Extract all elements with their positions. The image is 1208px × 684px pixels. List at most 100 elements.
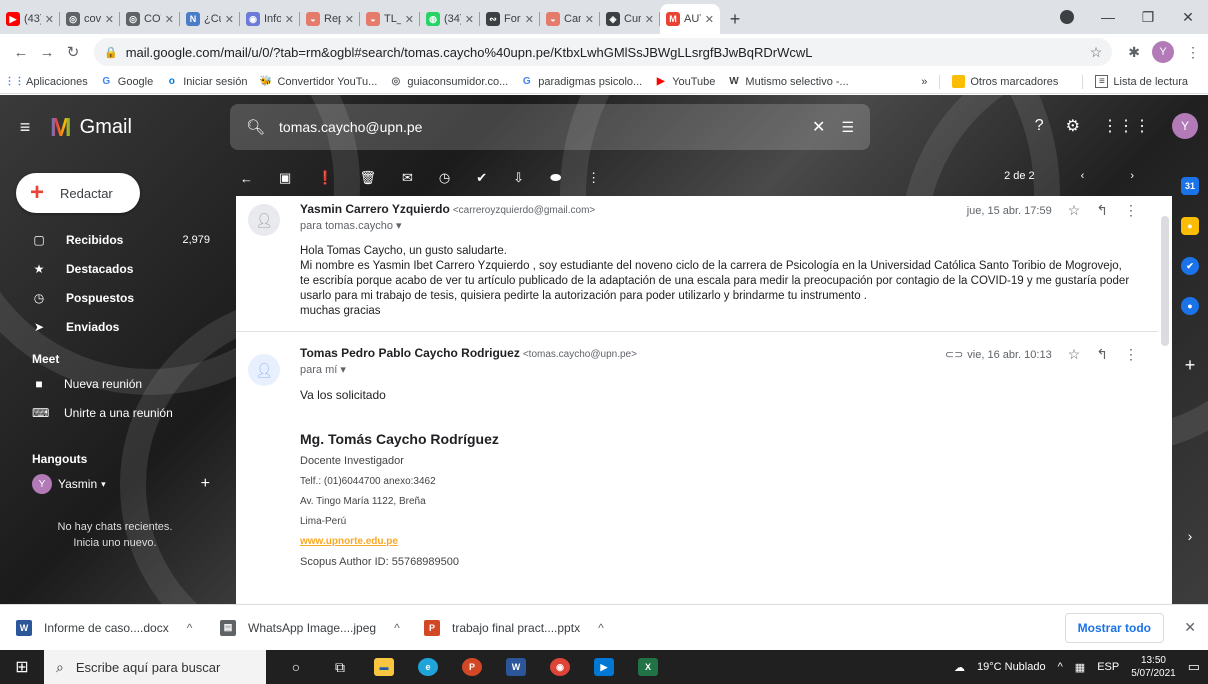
new-tab-button[interactable]: + — [720, 4, 750, 34]
close-tab-icon[interactable]: ✕ — [165, 13, 174, 26]
signature-web-link[interactable]: www.upnorte.edu.pe — [300, 536, 1142, 547]
recipient-line[interactable]: para tomas.caycho ▾ — [300, 219, 1142, 232]
download-item[interactable]: ▤ WhatsApp Image....jpeg ^ — [220, 619, 424, 636]
word-icon[interactable]: W — [494, 650, 538, 684]
older-icon[interactable]: › — [1130, 170, 1134, 182]
calendar-icon[interactable]: 31 — [1181, 177, 1199, 195]
hangouts-user[interactable]: Y Yasmin ▾ + — [0, 469, 230, 499]
chevron-up-icon[interactable]: ^ — [394, 621, 400, 635]
report-spam-icon[interactable]: ❗ — [317, 170, 333, 186]
bookmark-item[interactable]: W Mutismo selectivo -... — [727, 75, 849, 88]
more-icon[interactable]: ⋮ — [1124, 346, 1138, 363]
bookmarks-overflow-icon[interactable]: » — [921, 76, 927, 88]
bookmark-item[interactable]: ▶ YouTube — [654, 75, 716, 88]
recipient-line[interactable]: para mí ▾ — [300, 363, 1142, 376]
tray-overflow-icon[interactable]: ^ — [1058, 661, 1063, 673]
browser-tab[interactable]: ∾ Form ✕ — [480, 4, 540, 34]
delete-icon[interactable]: 🗑︎ — [359, 170, 376, 186]
browser-tab[interactable]: ◉ Infor ✕ — [240, 4, 300, 34]
store-icon[interactable]: ▶ — [582, 650, 626, 684]
chevron-up-icon[interactable]: ^ — [598, 621, 604, 635]
profile-indicator-icon[interactable] — [1060, 10, 1074, 24]
browser-tab[interactable]: ◈ Curs ✕ — [600, 4, 660, 34]
sender-name[interactable]: Tomas Pedro Pablo Caycho Rodriguez — [300, 346, 520, 360]
download-item[interactable]: Ptrabajo final pract....pptx ^ — [424, 619, 628, 636]
sender-name[interactable]: Yasmin Carrero Yzquierdo — [300, 202, 450, 216]
chevron-up-icon[interactable]: ^ — [187, 621, 193, 635]
bookmark-item[interactable]: o Iniciar sesión — [165, 75, 248, 88]
browser-tab[interactable]: N ¿Cuá ✕ — [180, 4, 240, 34]
close-tab-icon[interactable]: ✕ — [705, 13, 714, 26]
restore-icon[interactable]: ❐ — [1128, 9, 1168, 26]
expand-panel-icon[interactable]: › — [1188, 528, 1193, 544]
chevron-down-icon[interactable]: ▾ — [101, 479, 106, 490]
apps-grid-icon[interactable]: ⋮⋮⋮ — [1102, 116, 1150, 136]
help-icon[interactable]: ? — [1035, 117, 1044, 135]
keep-icon[interactable]: ● — [1181, 217, 1199, 235]
close-tab-icon[interactable]: ✕ — [405, 13, 414, 26]
profile-avatar[interactable]: Y — [1152, 41, 1174, 63]
search-options-icon[interactable]: ☰ — [841, 119, 854, 136]
close-tab-icon[interactable]: ✕ — [45, 13, 54, 26]
forward-icon[interactable]: → — [34, 44, 60, 61]
browser-tab[interactable]: ◒ Cam ✕ — [540, 4, 600, 34]
browser-menu-icon[interactable]: ⋮ — [1186, 44, 1200, 61]
main-menu-icon[interactable]: ≡ — [0, 117, 50, 138]
star-icon[interactable]: ☆ — [1068, 346, 1081, 363]
search-input[interactable]: tomas.caycho@upn.pe — [279, 119, 796, 135]
browser-tab[interactable]: ◎ covic ✕ — [60, 4, 120, 34]
browser-tab[interactable]: M AUTC ✕ — [660, 4, 720, 34]
browser-tab[interactable]: ◒ Repo ✕ — [300, 4, 360, 34]
language-indicator[interactable]: ESP — [1097, 661, 1119, 673]
browser-tab[interactable]: ◒ TL_U ✕ — [360, 4, 420, 34]
compose-button[interactable]: + Redactar — [16, 173, 140, 213]
sidebar-item-recibidos[interactable]: ▢ Recibidos 2,979 — [0, 225, 230, 254]
sidebar-item-destacados[interactable]: ★ Destacados — [0, 254, 230, 283]
excel-icon[interactable]: X — [626, 650, 670, 684]
close-tab-icon[interactable]: ✕ — [225, 13, 234, 26]
back-icon[interactable]: ← — [8, 44, 34, 61]
scrollbar-thumb[interactable] — [1161, 216, 1169, 346]
move-to-icon[interactable]: ⇩ — [513, 170, 524, 186]
minimize-icon[interactable]: — — [1088, 9, 1128, 25]
close-tab-icon[interactable]: ✕ — [585, 13, 594, 26]
task-view-icon[interactable]: ⧉ — [318, 650, 362, 684]
snooze-icon[interactable]: ◷ — [439, 170, 450, 186]
add-chat-icon[interactable]: + — [201, 475, 210, 493]
close-tab-icon[interactable]: ✕ — [525, 13, 534, 26]
other-bookmarks-folder[interactable]: Otros marcadores — [952, 75, 1058, 88]
browser-tab[interactable]: ◎ COVI ✕ — [120, 4, 180, 34]
add-task-icon[interactable]: ✔ — [476, 170, 487, 186]
close-tab-icon[interactable]: ✕ — [105, 13, 114, 26]
browser-tab[interactable]: ◍ (34) ✕ — [420, 4, 480, 34]
bookmark-star-icon[interactable]: ☆ — [1090, 44, 1103, 61]
gmail-logo[interactable]: M Gmail — [50, 112, 230, 143]
weather-text[interactable]: 19°C Nublado — [977, 661, 1046, 673]
file-explorer-icon[interactable]: ▬ — [362, 650, 406, 684]
search-icon[interactable]: 🔍︎ — [246, 118, 265, 136]
lock-icon[interactable]: 🔒 — [104, 46, 118, 59]
account-avatar[interactable]: Y — [1172, 113, 1198, 139]
bookmark-item[interactable]: ⋮⋮ Aplicaciones — [5, 75, 88, 88]
mark-unread-icon[interactable]: ✉ — [402, 170, 413, 186]
bookmark-item[interactable]: 🐝 Convertidor YouTu... — [259, 75, 378, 88]
tasks-icon[interactable]: ✔ — [1181, 257, 1199, 275]
reply-icon[interactable]: ↰ — [1096, 202, 1108, 219]
edge-icon[interactable]: e — [406, 650, 450, 684]
close-tab-icon[interactable]: ✕ — [285, 13, 294, 26]
show-all-downloads-button[interactable]: Mostrar todo — [1064, 613, 1164, 643]
close-download-bar-icon[interactable]: ✕ — [1184, 619, 1196, 636]
clear-search-icon[interactable]: ✕ — [812, 117, 825, 137]
reload-icon[interactable]: ↻ — [60, 43, 86, 61]
settings-gear-icon[interactable]: ⚙ — [1066, 116, 1080, 136]
windows-start-icon[interactable]: ⊞ — [0, 657, 44, 677]
add-addon-icon[interactable]: + — [1185, 355, 1196, 376]
meet-item[interactable]: ■ Nueva reunión — [0, 369, 230, 398]
extensions-icon[interactable]: ✱ — [1128, 44, 1140, 61]
address-bar[interactable]: 🔒 mail.google.com/mail/u/0/?tab=rm&ogbl#… — [94, 38, 1113, 66]
back-to-list-icon[interactable]: ← — [240, 171, 253, 186]
mail-search-bar[interactable]: 🔍︎ tomas.caycho@upn.pe ✕ ☰ — [230, 104, 870, 150]
cortana-icon[interactable]: ○ — [274, 650, 318, 684]
archive-icon[interactable]: ▣ — [279, 170, 291, 186]
sidebar-item-pospuestos[interactable]: ◷ Pospuestos — [0, 283, 230, 312]
